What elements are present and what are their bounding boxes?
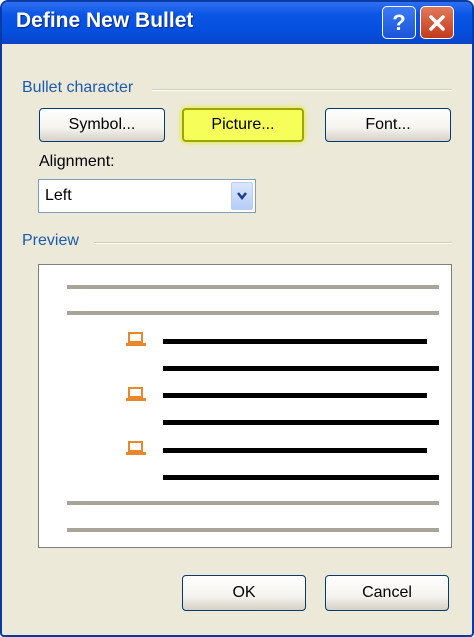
preview-text-line xyxy=(67,501,439,505)
chevron-down-icon xyxy=(237,192,247,201)
preview-pane xyxy=(38,264,452,548)
picture-button-label: Picture... xyxy=(211,116,275,133)
font-button[interactable]: Font... xyxy=(325,108,451,142)
picture-button[interactable]: Picture... xyxy=(182,108,304,142)
dropdown-button[interactable] xyxy=(231,182,253,210)
preview-text-line xyxy=(67,311,439,315)
title-bar[interactable]: Define New Bullet ? xyxy=(2,2,472,44)
help-button[interactable]: ? xyxy=(382,6,416,39)
alignment-label: Alignment: xyxy=(39,153,115,170)
preview-bullet-line xyxy=(163,475,439,480)
define-new-bullet-dialog: Define New Bullet ? Bullet character Sym… xyxy=(0,0,474,637)
preview-bullet-line xyxy=(163,448,427,453)
preview-bullet-line xyxy=(163,393,427,398)
alignment-select[interactable]: Left xyxy=(38,179,256,213)
preview-group-label: Preview xyxy=(22,232,79,249)
close-icon xyxy=(429,14,445,31)
symbol-button[interactable]: Symbol... xyxy=(39,108,165,142)
help-icon: ? xyxy=(392,9,406,35)
preview-bullet-line xyxy=(163,420,439,425)
ok-button[interactable]: OK xyxy=(182,575,306,611)
picture-bullet-icon xyxy=(126,332,146,346)
alignment-value: Left xyxy=(45,187,72,204)
group-divider xyxy=(94,242,452,244)
font-button-label: Font... xyxy=(365,116,411,133)
symbol-button-label: Symbol... xyxy=(68,116,136,133)
picture-bullet-icon xyxy=(126,387,146,401)
preview-text-line xyxy=(67,528,439,532)
close-button[interactable] xyxy=(420,6,454,39)
preview-text-line xyxy=(67,285,439,289)
cancel-button-label: Cancel xyxy=(362,584,412,601)
bullet-character-group-label: Bullet character xyxy=(22,79,134,96)
ok-button-label: OK xyxy=(232,584,256,601)
group-divider xyxy=(152,89,452,91)
picture-bullet-icon xyxy=(126,441,146,455)
preview-bullet-line xyxy=(163,366,439,371)
cancel-button[interactable]: Cancel xyxy=(325,575,449,611)
preview-bullet-line xyxy=(163,339,427,344)
dialog-title: Define New Bullet xyxy=(16,9,194,32)
